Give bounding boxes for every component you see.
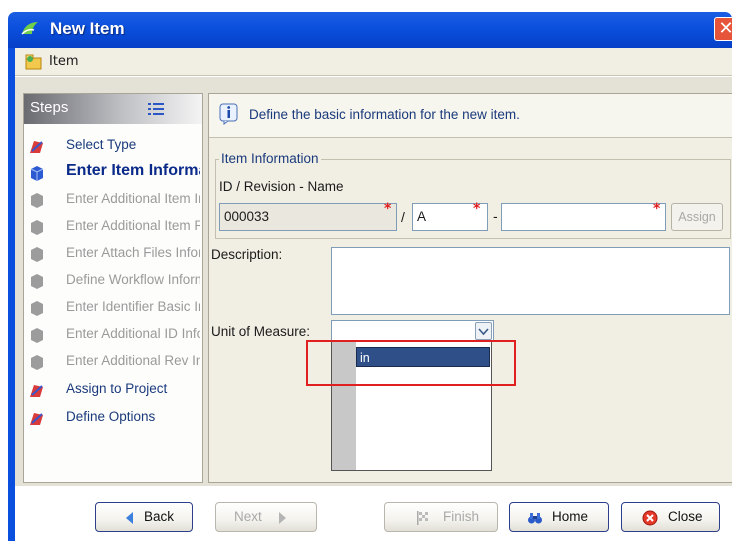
required-marker: *	[653, 201, 661, 217]
back-arrow-icon	[126, 512, 133, 524]
close-circle-icon	[642, 510, 658, 526]
step-done-icon	[30, 413, 43, 425]
unit-of-measure-select[interactable]	[331, 320, 494, 342]
item-information-legend: Item Information	[219, 151, 321, 166]
step-define-workflow[interactable]: Define Workflow Information	[24, 269, 202, 295]
step-label: Enter Additional ID Information	[66, 326, 200, 341]
step-enter-additional-id[interactable]: Enter Additional ID Information	[24, 323, 202, 349]
step-select-type[interactable]: Select Type	[24, 134, 202, 160]
object-header: Item	[15, 48, 732, 76]
object-type-label: Item	[49, 54, 79, 69]
next-button-label: Next	[234, 509, 262, 524]
finish-button[interactable]: Finish	[384, 502, 498, 532]
step-label: Enter Additional Rev Information	[66, 353, 200, 368]
finish-button-label: Finish	[443, 509, 480, 524]
required-marker: *	[384, 201, 392, 217]
step-current-icon	[30, 166, 44, 181]
step-pending-icon	[31, 301, 43, 316]
revision-name-separator: -	[493, 208, 498, 224]
assign-button[interactable]: Assign	[671, 203, 723, 231]
required-marker: *	[473, 201, 481, 217]
checkered-flag-icon	[417, 511, 428, 525]
close-button-label: Close	[668, 509, 703, 524]
window-title-bar: New Item ✕	[8, 12, 732, 48]
back-button-label: Back	[144, 509, 175, 524]
step-label: Define Workflow Information	[66, 272, 200, 287]
id-revision-name-label: ID / Revision - Name	[219, 179, 344, 194]
step-enter-additional-item-rev[interactable]: Enter Additional Item Revision Informati…	[24, 215, 202, 241]
info-message: Define the basic information for the new…	[249, 107, 520, 122]
step-define-options[interactable]: Define Options	[24, 406, 202, 432]
step-label: Enter Additional Item Revision Informati…	[66, 218, 200, 233]
description-textarea[interactable]	[331, 247, 730, 315]
item-name-field[interactable]	[501, 203, 666, 231]
step-label: Define Options	[66, 409, 156, 424]
step-label: Enter Identifier Basic Information	[66, 299, 200, 314]
step-enter-attach-files[interactable]: Enter Attach Files Information	[24, 242, 202, 268]
list-view-icon[interactable]	[148, 102, 164, 116]
step-pending-icon	[31, 193, 43, 208]
window-title: New Item	[50, 19, 125, 38]
step-done-icon	[30, 141, 43, 153]
step-pending-icon	[31, 247, 43, 262]
info-bar: Define the basic information for the new…	[209, 94, 732, 138]
item-folder-icon	[25, 54, 42, 70]
description-label: Description:	[211, 247, 283, 262]
next-arrow-icon	[279, 512, 286, 524]
step-label: Enter Item Information	[66, 162, 200, 179]
step-assign-to-project[interactable]: Assign to Project	[24, 378, 202, 404]
id-revision-separator: /	[401, 209, 405, 225]
step-pending-icon	[31, 355, 43, 370]
next-button[interactable]: Next	[215, 502, 317, 532]
step-enter-item-info[interactable]: Enter Item Information	[24, 161, 202, 187]
steps-panel: Steps Select Type Enter Item Information…	[23, 93, 203, 483]
step-label: Enter Attach Files Information	[66, 245, 200, 260]
step-enter-additional-rev[interactable]: Enter Additional Rev Information	[24, 350, 202, 376]
steps-header: Steps	[24, 94, 202, 124]
step-pending-icon	[31, 220, 43, 235]
close-button[interactable]: Close	[621, 502, 720, 532]
step-pending-icon	[31, 274, 43, 289]
info-icon	[219, 103, 238, 125]
step-label: Enter Additional Item Information	[66, 191, 200, 206]
dropdown-arrow-icon[interactable]	[475, 322, 492, 340]
unit-of-measure-label: Unit of Measure:	[211, 324, 311, 339]
window-frame	[8, 48, 15, 541]
home-binoculars-icon	[528, 513, 542, 524]
home-button-label: Home	[552, 509, 589, 524]
step-content-panel: Define the basic information for the new…	[208, 93, 732, 483]
steps-title: Steps	[30, 99, 69, 116]
step-enter-identifier[interactable]: Enter Identifier Basic Information	[24, 296, 202, 322]
back-button[interactable]: Back	[95, 502, 193, 532]
item-id-field[interactable]: 000033	[219, 203, 397, 231]
app-logo-icon	[21, 22, 38, 35]
step-enter-additional-item[interactable]: Enter Additional Item Information	[24, 188, 202, 214]
step-pending-icon	[31, 328, 43, 343]
step-label: Assign to Project	[66, 381, 168, 396]
home-button[interactable]: Home	[509, 502, 609, 532]
step-label: Select Type	[66, 137, 137, 152]
window-close-button[interactable]: ✕	[714, 17, 732, 41]
step-done-icon	[30, 385, 43, 397]
annotation-highlight-box	[306, 340, 516, 386]
